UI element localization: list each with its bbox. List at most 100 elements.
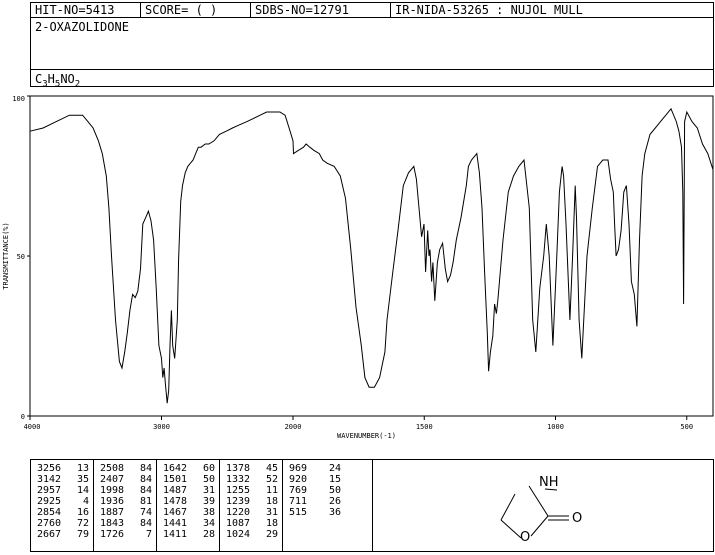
ring-oxygen-label: O <box>520 530 530 545</box>
x-axis-label: WAVENUMBER(-1) <box>337 432 396 440</box>
peak-row: 711 26 <box>289 496 341 507</box>
peak-transmittance: 79 <box>76 529 89 540</box>
peak-column: 1642 60 1501 50 1487 31 1478 39 1467 38 1441 34 1411… <box>157 460 220 551</box>
peak-row: 1220 31 <box>226 507 278 518</box>
peak-row: 1478 39 <box>163 496 215 507</box>
peak-row: 1726 7 <box>100 529 152 540</box>
peak-table: 3256 13 3142 35 2957 14 2925 4 2854 16 2760 72 2667 7… <box>31 460 373 551</box>
peak-wavenumber: 1936 <box>100 496 125 507</box>
peak-row: 1642 60 <box>163 463 215 474</box>
peak-row: 969 24 <box>289 463 341 474</box>
peak-transmittance: 35 <box>76 474 89 485</box>
peak-row: 1255 11 <box>226 485 278 496</box>
peak-wavenumber: 1024 <box>226 529 251 540</box>
molecular-formula: C3H5NO2 <box>35 72 81 90</box>
peak-wavenumber: 1478 <box>163 496 188 507</box>
peak-wavenumber: 2667 <box>37 529 62 540</box>
peak-row: 1441 34 <box>163 518 215 529</box>
peak-wavenumber: 1887 <box>100 507 125 518</box>
peak-transmittance: 39 <box>202 496 215 507</box>
peak-wavenumber: 1332 <box>226 474 251 485</box>
peak-wavenumber: 1411 <box>163 529 188 540</box>
peak-transmittance: 31 <box>265 507 278 518</box>
peak-column: 2508 84 2407 84 1998 84 1936 81 1887 74 1843 84 1726… <box>94 460 157 551</box>
compound-name: 2-OXAZOLIDONE <box>35 20 129 34</box>
peak-transmittance: 16 <box>76 507 89 518</box>
peak-transmittance: 14 <box>76 485 89 496</box>
peak-transmittance: 52 <box>265 474 278 485</box>
y-axis-label: TRANSMITTANCE(%) <box>2 222 10 289</box>
peak-transmittance: 18 <box>265 518 278 529</box>
peak-wavenumber: 1220 <box>226 507 251 518</box>
peak-transmittance: 31 <box>202 485 215 496</box>
peak-row: 1411 28 <box>163 529 215 540</box>
peak-row: 2925 4 <box>37 496 89 507</box>
hit-number: HIT-NO=5413 <box>31 3 141 17</box>
peak-column: 3256 13 3142 35 2957 14 2925 4 2854 16 2760 72 2667 7… <box>31 460 94 551</box>
peak-wavenumber: 1998 <box>100 485 125 496</box>
peak-wavenumber: 1087 <box>226 518 251 529</box>
peak-row: 2854 16 <box>37 507 89 518</box>
peak-transmittance: 28 <box>202 529 215 540</box>
x-tick-label: 500 <box>680 423 693 431</box>
compound-name-box: 2-OXAZOLIDONE <box>30 17 714 70</box>
ir-info: IR-NIDA-53265 : NUJOL MULL <box>395 3 583 17</box>
peak-transmittance: 81 <box>139 496 152 507</box>
plot-frame <box>29 95 714 417</box>
peak-transmittance: 74 <box>139 507 152 518</box>
peak-transmittance: 50 <box>328 485 341 496</box>
peak-transmittance: 84 <box>139 485 152 496</box>
peak-row: 1378 45 <box>226 463 278 474</box>
structure-drawing: NH O O <box>373 460 713 551</box>
peak-transmittance: 72 <box>76 518 89 529</box>
peak-transmittance: 15 <box>328 474 341 485</box>
peak-row: 1501 50 <box>163 474 215 485</box>
sdbs-number: SDBS-NO=12791 <box>251 3 391 17</box>
peak-row: 2957 14 <box>37 485 89 496</box>
peak-wavenumber: 711 <box>289 496 308 507</box>
peak-row: 1239 18 <box>226 496 278 507</box>
peak-row: 1843 84 <box>100 518 152 529</box>
peak-wavenumber: 1441 <box>163 518 188 529</box>
peak-row: 1467 38 <box>163 507 215 518</box>
peak-row: 1887 74 <box>100 507 152 518</box>
peak-column: 969 24 920 15 769 50 711 26 515 36 <box>283 460 345 551</box>
peak-wavenumber: 1239 <box>226 496 251 507</box>
peak-wavenumber: 1487 <box>163 485 188 496</box>
peak-transmittance: 50 <box>202 474 215 485</box>
y-tick-label: 0 <box>21 413 25 421</box>
peak-wavenumber: 1726 <box>100 529 125 540</box>
x-tick-label: 3000 <box>153 423 170 431</box>
peak-transmittance: 18 <box>265 496 278 507</box>
peak-row: 1487 31 <box>163 485 215 496</box>
peak-row: 2407 84 <box>100 474 152 485</box>
peak-row: 1024 29 <box>226 529 278 540</box>
x-tick-label: 4000 <box>24 423 41 431</box>
peak-row: 2667 79 <box>37 529 89 540</box>
score: SCORE= ( ) <box>141 3 251 17</box>
x-tick-label: 1500 <box>416 423 433 431</box>
peak-row: 2508 84 <box>100 463 152 474</box>
peak-row: 1998 84 <box>100 485 152 496</box>
spectrum-line <box>29 107 714 404</box>
peak-transmittance: 84 <box>139 463 152 474</box>
peak-row: 1087 18 <box>226 518 278 529</box>
x-tick-label: 2000 <box>285 423 302 431</box>
peak-wavenumber: 969 <box>289 463 308 474</box>
peak-row: 3256 13 <box>37 463 89 474</box>
peak-transmittance: 38 <box>202 507 215 518</box>
peak-transmittance: 26 <box>328 496 341 507</box>
peak-row: 2760 72 <box>37 518 89 529</box>
peak-transmittance: 13 <box>76 463 89 474</box>
peak-wavenumber: 2957 <box>37 485 62 496</box>
peak-wavenumber: 1255 <box>226 485 251 496</box>
peak-transmittance: 45 <box>265 463 278 474</box>
peak-row: 1936 81 <box>100 496 152 507</box>
ir-spectrum-chart: 4000 3000 2000 1500 1000 500 0 50 100 WAVENUMBER… <box>2 95 714 440</box>
peak-wavenumber: 1378 <box>226 463 251 474</box>
peak-table-box: 3256 13 3142 35 2957 14 2925 4 2854 16 2760 72 2667 7… <box>30 459 714 552</box>
y-tick-label: 100 <box>12 95 25 103</box>
peak-wavenumber: 2925 <box>37 496 62 507</box>
peak-wavenumber: 2760 <box>37 518 62 529</box>
carbonyl-oxygen-label: O <box>572 511 582 526</box>
